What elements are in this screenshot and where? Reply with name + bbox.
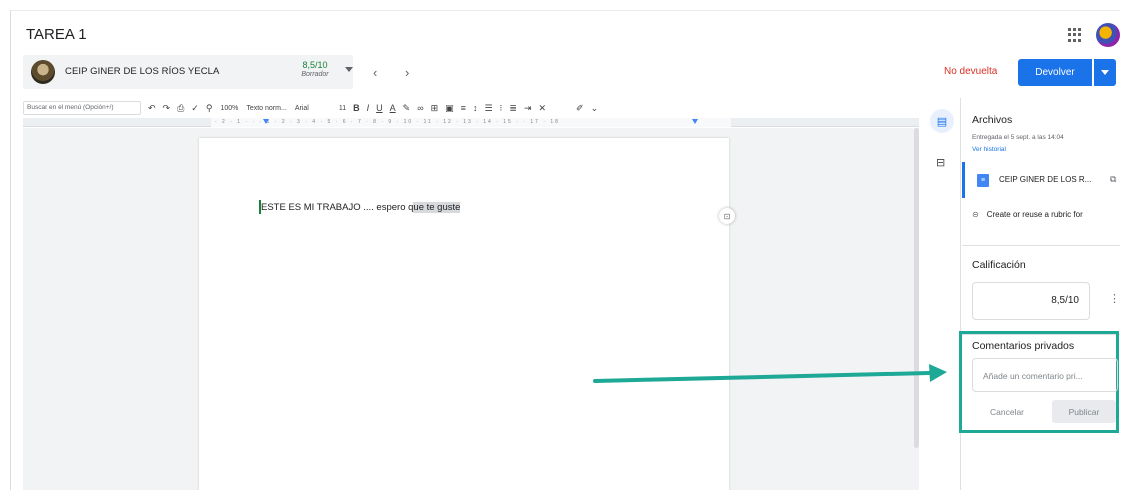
undo-icon[interactable]: ↶: [148, 103, 156, 114]
return-button[interactable]: Devolver: [1018, 59, 1092, 86]
files-title: Archivos: [972, 114, 1013, 126]
open-file-icon[interactable]: ⧉: [1110, 174, 1116, 185]
student-selector[interactable]: CEIP GINER DE LOS RÍOS YECLA 8,5/10 Borr…: [23, 55, 353, 89]
comment-add-icon[interactable]: ⊞: [431, 103, 439, 114]
print-icon[interactable]: ⎙: [177, 103, 184, 114]
style-select[interactable]: Texto norm...: [246, 105, 286, 112]
rubric-link[interactable]: ⊝ Create or reuse a rubric for: [972, 210, 1083, 219]
file-name: CEIP GINER DE LOS R...: [999, 175, 1092, 184]
link-icon[interactable]: ∞: [417, 103, 423, 113]
checklist-icon[interactable]: ☰: [484, 103, 492, 114]
annotation-arrow: [593, 364, 947, 383]
rubric-label: Create or reuse a rubric for: [986, 210, 1083, 219]
document-canvas[interactable]: ESTE ES MI TRABAJO .... espero que te gu…: [23, 128, 919, 490]
docs-toolbar: Buscar en el menú (Opción+/) ↶ ↷ ⎙ ✓ ⚲ 1…: [23, 98, 919, 118]
document-text-selected: ue te guste: [413, 202, 461, 213]
ruler-marks: · 2 · 1 · · · 1 · 2 · 3 · 4 · 5 · 6 · 7 …: [211, 118, 731, 127]
document-page[interactable]: ESTE ES MI TRABAJO .... espero que te gu…: [199, 138, 735, 490]
underline-icon[interactable]: U: [376, 103, 383, 113]
history-link[interactable]: Ver historial: [972, 146, 1006, 153]
cancel-button[interactable]: Cancelar: [990, 407, 1024, 417]
italic-icon[interactable]: I: [367, 103, 370, 113]
divider: [962, 245, 1120, 246]
indent-icon[interactable]: ⇥: [524, 103, 532, 114]
clear-format-icon[interactable]: ✕: [538, 103, 546, 114]
files-tab-icon[interactable]: ▤: [930, 109, 954, 133]
grade-title: Calificación: [972, 259, 1026, 271]
collapse-toolbar-icon[interactable]: ⌄: [591, 103, 599, 114]
line-spacing-icon[interactable]: ↕: [473, 103, 478, 113]
more-vert-icon[interactable]: ⋮: [1109, 292, 1120, 305]
assignment-title: TAREA 1: [26, 26, 87, 43]
docs-file-icon: ≡: [977, 174, 989, 187]
previous-student-button[interactable]: ‹: [373, 65, 377, 80]
return-status: No devuelta: [944, 66, 998, 77]
next-student-button[interactable]: ›: [405, 65, 409, 80]
spellcheck-icon[interactable]: ✓: [191, 103, 199, 114]
bulleted-list-icon[interactable]: ⁝: [500, 103, 503, 114]
account-avatar[interactable]: [1096, 23, 1120, 47]
publish-button[interactable]: Publicar: [1052, 400, 1116, 423]
apps-grid-icon[interactable]: [1068, 28, 1082, 42]
numbered-list-icon[interactable]: ≣: [509, 103, 517, 114]
document-text[interactable]: ESTE ES MI TRABAJO .... espero que te gu…: [261, 202, 461, 213]
side-rail: ▤ ⊟: [923, 98, 961, 490]
student-avatar: [31, 60, 55, 84]
editing-mode-icon[interactable]: ✐: [576, 103, 584, 114]
link-icon: ⊝: [972, 210, 979, 219]
private-comments-section: Comentarios privados Añade un comentario…: [959, 331, 1119, 433]
paint-format-icon[interactable]: ⚲: [206, 103, 213, 114]
text-color-icon[interactable]: A: [390, 103, 396, 113]
font-select[interactable]: Arial: [295, 105, 309, 112]
comments-tab-icon[interactable]: ⊟: [936, 156, 945, 169]
grade-input[interactable]: 8,5/10: [972, 282, 1090, 320]
menu-search-input[interactable]: Buscar en el menú (Opción+/): [23, 101, 141, 115]
chevron-down-icon[interactable]: [345, 67, 353, 72]
ruler[interactable]: · 2 · 1 · · · 1 · 2 · 3 · 4 · 5 · 6 · 7 …: [23, 118, 919, 127]
student-grade-value: 8,5/10: [302, 60, 328, 70]
left-indent-marker[interactable]: [263, 119, 269, 124]
grading-window: TAREA 1 CEIP GINER DE LOS RÍOS YECLA 8,5…: [10, 10, 1120, 490]
private-comment-input[interactable]: Añade un comentario pri...: [972, 358, 1118, 392]
redo-icon[interactable]: ↷: [163, 103, 171, 114]
highlight-icon[interactable]: ✎: [403, 103, 411, 114]
document-scrollbar[interactable]: [914, 128, 919, 448]
student-grade: 8,5/10 Borrador: [295, 60, 335, 78]
add-comment-icon[interactable]: ⊡: [719, 208, 735, 224]
student-name: CEIP GINER DE LOS RÍOS YECLA: [65, 66, 220, 77]
image-icon[interactable]: ▣: [445, 103, 454, 114]
right-indent-marker[interactable]: [692, 119, 698, 124]
delivered-timestamp: Entregada el 5 sept. a las 14:04: [972, 134, 1064, 141]
document-text-plain: ESTE ES MI TRABAJO .... espero q: [261, 202, 414, 213]
align-icon[interactable]: ≡: [461, 103, 466, 113]
zoom-select[interactable]: 100%: [220, 105, 238, 112]
private-comments-title: Comentarios privados: [972, 340, 1075, 352]
return-options-button[interactable]: [1094, 59, 1116, 86]
bold-icon[interactable]: B: [353, 103, 360, 113]
attached-file[interactable]: ≡ CEIP GINER DE LOS R... ⧉: [962, 162, 1120, 198]
grade-status: Borrador: [301, 71, 329, 78]
font-size-select[interactable]: 11: [339, 105, 346, 112]
